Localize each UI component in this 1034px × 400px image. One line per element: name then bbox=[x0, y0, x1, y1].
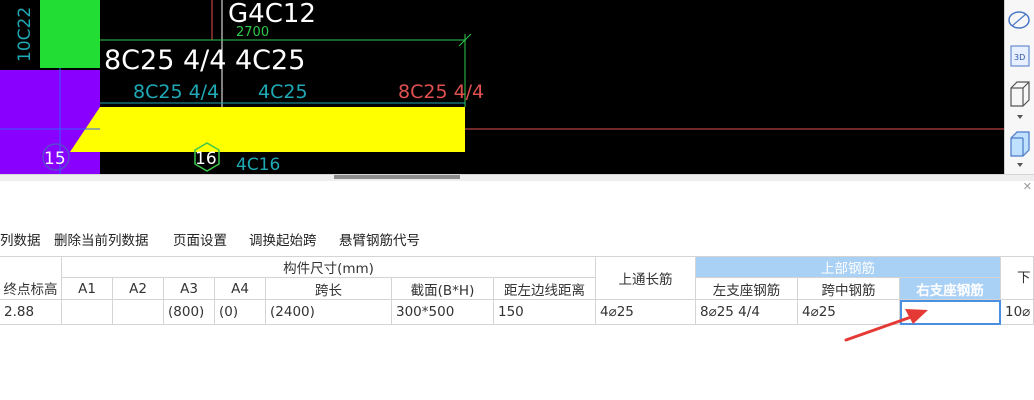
annotation-arrow-shaft bbox=[844, 314, 916, 342]
annotation-overlay bbox=[844, 309, 928, 342]
